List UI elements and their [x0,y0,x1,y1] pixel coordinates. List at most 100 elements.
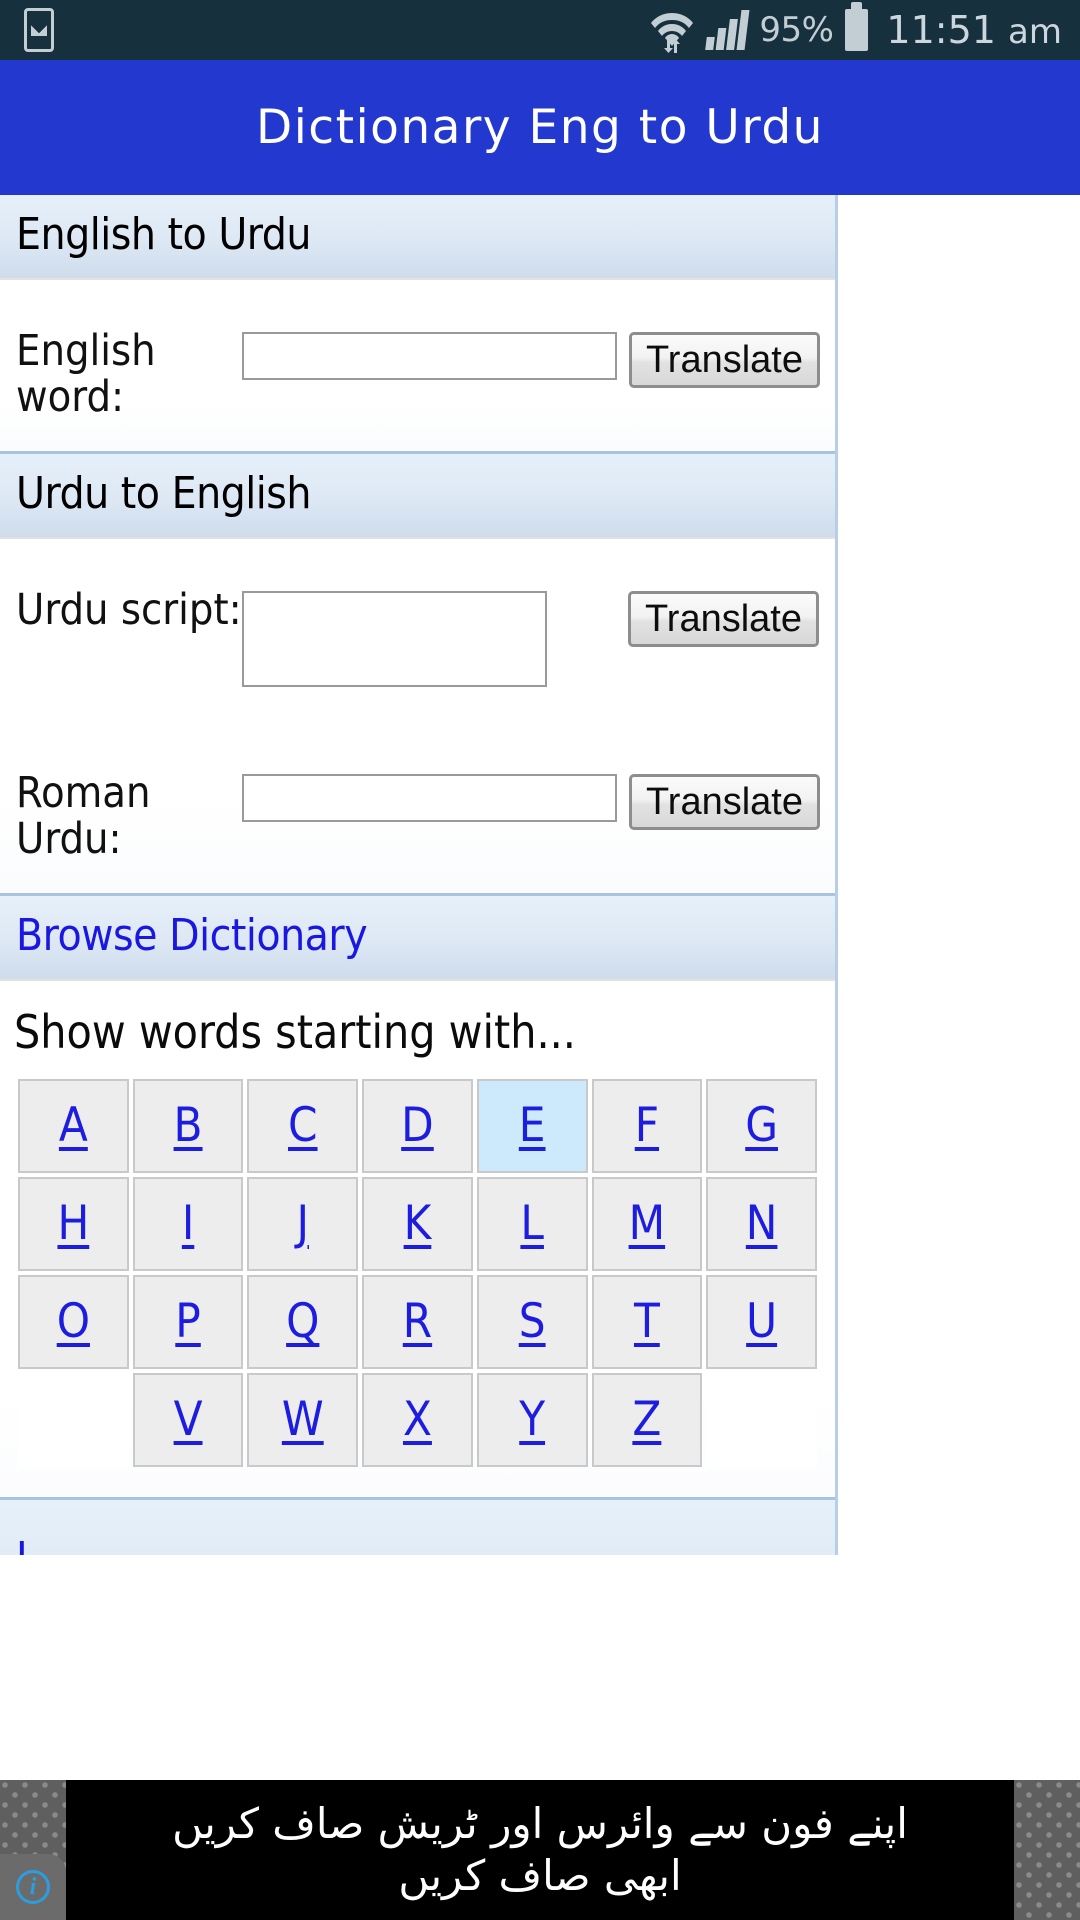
urdu-script-input[interactable] [242,591,547,687]
ad-text-block: اپنے فون سے وائرس اور ٹریش صاف کریں ابھی… [70,1780,1010,1920]
ad-line-1: اپنے فون سے وائرس اور ٹریش صاف کریں [172,1800,908,1848]
status-bar-clock: 11:51 am [886,8,1062,52]
english-word-row: English word: Translate [16,306,819,421]
app-title: Dictionary Eng to Urdu [256,100,824,155]
section-body-browse-dictionary: Show words starting with... A B C D E F G H I JKL… [0,979,835,1497]
alphabet-cell-c[interactable]: C [247,1079,358,1173]
section-body-urdu-to-english: Urdu script: Translate Roman Urdu: Trans… [0,537,835,893]
alphabet-grid: A B C D E F G H I JKL M N OP Q RST U VWX Y Z [14,1075,821,1471]
roman-urdu-field-wrap [242,748,617,822]
urdu-script-translate-button[interactable]: Translate [628,591,819,647]
urdu-script-row: Urdu script: Translate [16,565,819,692]
clock-time: 11:51 [886,8,996,52]
alphabet-letter-c: C [288,1098,318,1153]
alphabet-letter-u: U [746,1294,777,1349]
alphabet-letter-j: J [297,1196,309,1251]
alphabet-cell-u[interactable]: U [706,1275,817,1369]
alphabet-cell-b[interactable]: B [133,1079,244,1173]
alphabet-cell-m[interactable]: M [592,1177,703,1271]
alphabet-letter-t: T [634,1294,660,1349]
battery-icon [845,9,868,51]
alphabet-row: OP Q RST U [18,1275,817,1369]
alphabet-cell-a[interactable]: A [18,1079,129,1173]
alphabet-cell-h[interactable]: H [18,1177,129,1271]
alphabet-letter-f: F [635,1098,659,1153]
browse-heading: Show words starting with... [14,1005,821,1059]
alphabet-cell-i[interactable]: I [133,1177,244,1271]
alphabet-cell-x[interactable]: X [362,1373,473,1467]
info-icon[interactable]: i [0,1854,66,1920]
english-word-input[interactable] [242,332,617,380]
alphabet-row: H I JKL M N [18,1177,817,1271]
alphabet-cell-l[interactable]: L [477,1177,588,1271]
ad-texture-right [1014,1780,1080,1920]
alphabet-letter-m: M [629,1196,666,1251]
alphabet-letter-g: G [745,1098,778,1153]
section-title-browse-dictionary: Browse Dictionary [16,910,819,961]
alphabet-cell-t[interactable]: T [592,1275,703,1369]
alphabet-cell-d[interactable]: D [362,1079,473,1173]
section-header-urdu-to-english: Urdu to English [0,451,835,537]
alphabet-cell-s[interactable]: S [477,1275,588,1369]
alphabet-grid-body: A B C D E F G H I JKL M N OP Q RST U VWX Y Z [18,1079,817,1467]
alphabet-letter-b: B [174,1098,203,1153]
alphabet-cell-r[interactable]: R [362,1275,473,1369]
english-translate-button[interactable]: Translate [629,332,820,388]
alphabet-letter-l: L [520,1196,544,1251]
ad-banner[interactable]: اپنے فون سے وائرس اور ٹریش صاف کریں ابھی… [0,1780,1080,1920]
alphabet-cell-n[interactable]: N [706,1177,817,1271]
alphabet-letter-d: D [401,1098,434,1153]
alphabet-row: VWX Y Z [18,1373,817,1467]
section-title-urdu-to-english: Urdu to English [16,468,819,519]
alphabet-letter-e: E [519,1098,546,1153]
status-bar-right: 95% 11:51 am [650,7,1062,53]
alphabet-letter-n: N [746,1196,778,1251]
alphabet-cell-j[interactable]: J [247,1177,358,1271]
alphabet-cell-o[interactable]: O [18,1275,129,1369]
urdu-script-label: Urdu script: [16,565,242,633]
alphabet-cell-q[interactable]: Q [247,1275,358,1369]
alphabet-letter-p: P [175,1294,201,1349]
alphabet-letter-q: Q [286,1294,319,1349]
status-bar: 95% 11:51 am [0,0,1080,60]
roman-urdu-translate-button[interactable]: Translate [629,774,820,830]
alphabet-cell-e[interactable]: E [477,1079,588,1173]
alphabet-cell-p[interactable]: P [133,1275,244,1369]
section-header-next[interactable]: I [0,1497,835,1555]
alphabet-letter-z: Z [632,1392,661,1447]
wifi-icon [650,7,694,53]
alphabet-cell-k[interactable]: K [362,1177,473,1271]
alphabet-letter-r: R [403,1294,432,1349]
alphabet-letter-i: I [182,1196,194,1251]
roman-urdu-input[interactable] [242,774,617,822]
section-body-english-to-urdu: English word: Translate [0,278,835,451]
alphabet-cell-f[interactable]: F [592,1079,703,1173]
app-title-bar: Dictionary Eng to Urdu [0,60,1080,195]
section-title-english-to-urdu: English to Urdu [16,209,819,260]
alphabet-cell-empty [706,1373,817,1467]
alphabet-letter-x: X [403,1392,432,1447]
roman-urdu-translate-wrap: Translate [617,748,820,830]
alphabet-letter-v: V [174,1392,203,1447]
alphabet-cell-g[interactable]: G [706,1079,817,1173]
section-header-browse-dictionary[interactable]: Browse Dictionary [0,893,835,979]
alphabet-cell-z[interactable]: Z [592,1373,703,1467]
info-icon-glyph: i [16,1870,50,1904]
clock-ampm: am [1008,12,1062,52]
gallery-icon [24,8,54,52]
alphabet-letter-a: A [59,1098,88,1153]
section-header-english-to-urdu: English to Urdu [0,195,835,278]
alphabet-cell-y[interactable]: Y [477,1373,588,1467]
section-title-next: I [16,1541,28,1555]
roman-urdu-label: Roman Urdu: [16,748,242,863]
alphabet-letter-y: Y [519,1392,545,1447]
status-bar-left [24,8,54,52]
alphabet-cell-w[interactable]: W [247,1373,358,1467]
urdu-script-field-wrap [242,565,616,692]
english-translate-wrap: Translate [617,306,820,388]
alphabet-cell-empty [18,1373,129,1467]
urdu-script-translate-wrap: Translate [616,565,819,647]
alphabet-letter-h: H [57,1196,89,1251]
alphabet-cell-v[interactable]: V [133,1373,244,1467]
signal-bars-icon [706,10,747,50]
